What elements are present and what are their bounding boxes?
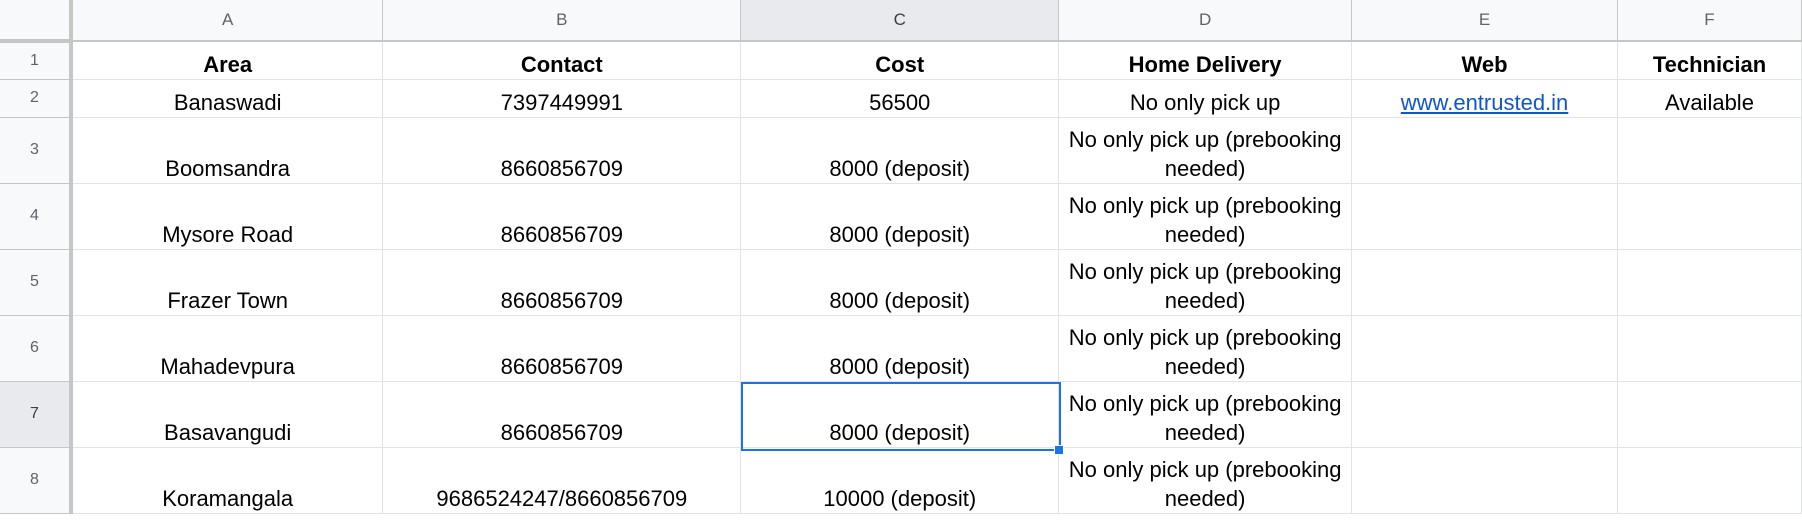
header-cell-cost[interactable]: Cost xyxy=(740,41,1060,80)
cell-cost[interactable]: 8000 (deposit) xyxy=(740,315,1060,382)
row-header-7[interactable]: 7 xyxy=(0,381,73,448)
table-row: 4 Mysore Road 8660856709 8000 (deposit) … xyxy=(0,183,1802,250)
cell-web[interactable] xyxy=(1351,117,1618,184)
cell-area[interactable]: Basavangudi xyxy=(70,381,384,448)
column-header-b[interactable]: B xyxy=(382,0,742,42)
header-cell-home-delivery[interactable]: Home Delivery xyxy=(1058,41,1353,80)
cell-technician[interactable] xyxy=(1617,249,1802,316)
web-link[interactable]: www.entrusted.in xyxy=(1401,90,1569,115)
table-row: 6 Mahadevpura 8660856709 8000 (deposit) … xyxy=(0,315,1802,382)
cell-technician[interactable] xyxy=(1617,183,1802,250)
cell-cost[interactable]: 56500 xyxy=(740,79,1060,118)
cell-area[interactable]: Mysore Road xyxy=(70,183,384,250)
cell-contact[interactable]: 8660856709 xyxy=(382,249,742,316)
table-row: 2 Banaswadi 7397449991 56500 No only pic… xyxy=(0,79,1802,118)
row-header-3[interactable]: 3 xyxy=(0,117,73,184)
row-header-5[interactable]: 5 xyxy=(0,249,73,316)
header-cell-web[interactable]: Web xyxy=(1351,41,1618,80)
cell-home-delivery[interactable]: No only pick up (prebooking needed) xyxy=(1058,447,1353,514)
cell-technician[interactable] xyxy=(1617,447,1802,514)
cell-technician[interactable] xyxy=(1617,381,1802,448)
cell-web[interactable] xyxy=(1351,447,1618,514)
cell-table: A B C D E F 1 Area Contact Cost Home Del… xyxy=(0,0,1802,514)
cell-web[interactable]: www.entrusted.in xyxy=(1351,79,1618,118)
row-header-8[interactable]: 8 xyxy=(0,447,73,514)
table-row: 1 Area Contact Cost Home Delivery Web Te… xyxy=(0,41,1802,80)
cell-contact[interactable]: 8660856709 xyxy=(382,117,742,184)
cell-web[interactable] xyxy=(1351,315,1618,382)
cell-technician[interactable] xyxy=(1617,117,1802,184)
column-header-f[interactable]: F xyxy=(1617,0,1802,42)
cell-area[interactable]: Koramangala xyxy=(70,447,384,514)
row-header-6[interactable]: 6 xyxy=(0,315,73,382)
header-cell-technician[interactable]: Technician xyxy=(1617,41,1802,80)
header-cell-area[interactable]: Area xyxy=(70,41,384,80)
column-header-row: A B C D E F xyxy=(0,0,1802,43)
cell-home-delivery[interactable]: No only pick up (prebooking needed) xyxy=(1058,183,1353,250)
cell-home-delivery[interactable]: No only pick up (prebooking needed) xyxy=(1058,381,1353,448)
select-all-corner[interactable] xyxy=(0,0,73,43)
cell-cost-selected[interactable]: 8000 (deposit) xyxy=(740,381,1060,448)
cell-area[interactable]: Banaswadi xyxy=(70,79,384,118)
cell-technician[interactable]: Available xyxy=(1617,79,1802,118)
cell-home-delivery[interactable]: No only pick up (prebooking needed) xyxy=(1058,117,1353,184)
fill-handle[interactable] xyxy=(1054,445,1064,455)
table-row: 3 Boomsandra 8660856709 8000 (deposit) N… xyxy=(0,117,1802,184)
header-cell-contact[interactable]: Contact xyxy=(382,41,742,80)
spreadsheet-grid: A B C D E F 1 Area Contact Cost Home Del… xyxy=(0,0,1802,522)
cell-home-delivery[interactable]: No only pick up (prebooking needed) xyxy=(1058,249,1353,316)
table-row: 8 Koramangala 9686524247/8660856709 1000… xyxy=(0,447,1802,514)
cell-contact[interactable]: 9686524247/8660856709 xyxy=(382,447,742,514)
column-header-a[interactable]: A xyxy=(70,0,384,42)
cell-contact[interactable]: 7397449991 xyxy=(382,79,742,118)
column-header-c[interactable]: C xyxy=(740,0,1060,42)
cell-web[interactable] xyxy=(1351,249,1618,316)
table-row: 5 Frazer Town 8660856709 8000 (deposit) … xyxy=(0,249,1802,316)
cell-area[interactable]: Frazer Town xyxy=(70,249,384,316)
cell-cost[interactable]: 8000 (deposit) xyxy=(740,183,1060,250)
cell-cost[interactable]: 10000 (deposit) xyxy=(740,447,1060,514)
table-row: 7 Basavangudi 8660856709 8000 (deposit) … xyxy=(0,381,1802,448)
cell-technician[interactable] xyxy=(1617,315,1802,382)
cell-contact[interactable]: 8660856709 xyxy=(382,183,742,250)
cell-area[interactable]: Boomsandra xyxy=(70,117,384,184)
cell-contact[interactable]: 8660856709 xyxy=(382,381,742,448)
cell-home-delivery[interactable]: No only pick up xyxy=(1058,79,1353,118)
column-header-e[interactable]: E xyxy=(1351,0,1618,42)
row-header-2[interactable]: 2 xyxy=(0,79,73,118)
row-header-4[interactable]: 4 xyxy=(0,183,73,250)
column-header-d[interactable]: D xyxy=(1058,0,1353,42)
cell-cost[interactable]: 8000 (deposit) xyxy=(740,117,1060,184)
cell-web[interactable] xyxy=(1351,381,1618,448)
cell-web[interactable] xyxy=(1351,183,1618,250)
cell-home-delivery[interactable]: No only pick up (prebooking needed) xyxy=(1058,315,1353,382)
cell-area[interactable]: Mahadevpura xyxy=(70,315,384,382)
cell-cost[interactable]: 8000 (deposit) xyxy=(740,249,1060,316)
cell-contact[interactable]: 8660856709 xyxy=(382,315,742,382)
row-header-1[interactable]: 1 xyxy=(0,41,73,80)
